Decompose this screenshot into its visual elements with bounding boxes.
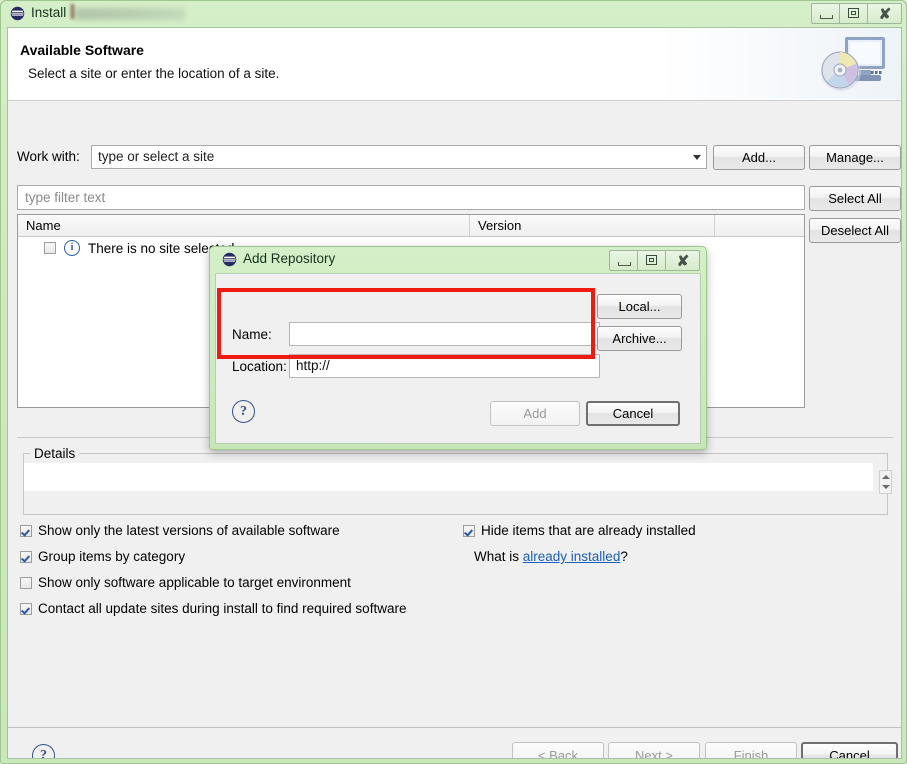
add-repository-cancel-button[interactable]: Cancel <box>586 401 680 426</box>
filter-input[interactable]: type filter text <box>17 185 805 210</box>
minimize-button[interactable] <box>811 3 840 24</box>
cancel-button[interactable]: Cancel <box>801 742 898 758</box>
eclipse-icon <box>10 6 25 21</box>
select-all-button[interactable]: Select All <box>809 186 901 211</box>
table-header: Name Version <box>18 215 804 237</box>
help-icon: ? <box>32 744 55 758</box>
column-header-version[interactable]: Version <box>470 215 715 236</box>
option-latest-versions[interactable]: Show only the latest versions of availab… <box>20 523 340 538</box>
option-contact-update-sites-checkbox[interactable] <box>20 602 32 615</box>
details-legend: Details <box>30 446 80 461</box>
details-text[interactable] <box>24 463 873 491</box>
option-applicable-target[interactable]: Show only software applicable to target … <box>20 575 351 590</box>
option-group-by-category[interactable]: Group items by category <box>20 549 185 564</box>
eclipse-icon <box>222 252 237 267</box>
option-hide-installed[interactable]: Hide items that are already installed <box>463 523 696 538</box>
option-hide-installed-label: Hide items that are already installed <box>481 523 696 538</box>
redacted-title-marker <box>71 4 74 19</box>
what-is-suffix: ? <box>620 549 628 564</box>
add-repository-window-controls: ✘ <box>609 250 700 271</box>
wizard-header: Available Software Select a site or ente… <box>8 28 901 101</box>
column-header-name[interactable]: Name <box>18 215 470 236</box>
add-repository-titlebar: Add Repository ✘ <box>210 247 706 273</box>
caret-up-icon[interactable] <box>882 475 890 479</box>
back-button[interactable]: < Back <box>512 742 604 758</box>
what-is-prefix: What is <box>474 549 523 564</box>
help-icon: ? <box>232 400 255 423</box>
next-button[interactable]: Next > <box>608 742 700 758</box>
local-button[interactable]: Local... <box>597 294 682 319</box>
modal-maximize-button[interactable] <box>637 250 666 271</box>
page-subtitle: Select a site or enter the location of a… <box>28 66 280 81</box>
minimize-icon <box>820 15 833 19</box>
redacted-title-text <box>75 8 185 20</box>
option-contact-update-sites-label: Contact all update sites during install … <box>38 601 407 616</box>
repository-location-input[interactable]: http:// <box>289 354 600 378</box>
modal-close-button[interactable]: ✘ <box>665 250 700 271</box>
page-title: Available Software <box>20 42 144 58</box>
row-checkbox[interactable] <box>44 242 56 254</box>
minimize-icon <box>618 262 631 266</box>
option-group-by-category-checkbox[interactable] <box>20 550 32 563</box>
option-latest-versions-label: Show only the latest versions of availab… <box>38 523 340 538</box>
repository-location-value: http:// <box>296 358 330 373</box>
window-titlebar: Install ✘ <box>1 1 907 27</box>
chevron-down-icon <box>693 155 701 160</box>
window-controls: ✘ <box>811 3 902 24</box>
filter-placeholder: type filter text <box>25 190 106 205</box>
option-latest-versions-checkbox[interactable] <box>20 524 32 537</box>
finish-button[interactable]: Finish <box>705 742 797 758</box>
option-applicable-target-label: Show only software applicable to target … <box>38 575 351 590</box>
repository-location-label: Location: <box>232 359 287 374</box>
help-button[interactable]: ? <box>32 744 55 758</box>
add-repository-confirm-button[interactable]: Add <box>490 401 580 426</box>
option-contact-update-sites[interactable]: Contact all update sites during install … <box>20 601 406 616</box>
work-with-label: Work with: <box>17 149 80 164</box>
install-monitor-cd-icon <box>821 37 885 91</box>
close-icon: ✘ <box>676 252 690 270</box>
what-is-already-installed: What is already installed? <box>474 549 628 564</box>
option-hide-installed-checkbox[interactable] <box>463 524 475 537</box>
maximize-icon <box>646 255 657 265</box>
add-repository-title: Add Repository <box>243 251 336 266</box>
details-scrollbar[interactable] <box>879 470 892 494</box>
repository-name-input[interactable] <box>289 322 600 346</box>
maximize-icon <box>848 8 859 18</box>
window-title: Install <box>31 5 67 20</box>
work-with-value: type or select a site <box>98 149 215 164</box>
manage-sites-button[interactable]: Manage... <box>809 145 901 170</box>
add-site-button[interactable]: Add... <box>713 145 805 170</box>
option-group-by-category-label: Group items by category <box>38 549 186 564</box>
close-icon: ✘ <box>878 5 892 23</box>
column-header-blank[interactable] <box>715 215 804 236</box>
modal-help-button[interactable]: ? <box>232 400 255 423</box>
close-button[interactable]: ✘ <box>867 3 902 24</box>
already-installed-link[interactable]: already installed <box>523 549 621 564</box>
caret-down-icon[interactable] <box>882 485 890 489</box>
repository-name-label: Name: <box>232 327 272 342</box>
work-with-combo[interactable]: type or select a site <box>91 145 707 169</box>
archive-button[interactable]: Archive... <box>597 326 682 351</box>
deselect-all-button[interactable]: Deselect All <box>809 218 901 243</box>
info-icon: i <box>64 240 80 256</box>
option-applicable-target-checkbox[interactable] <box>20 576 32 589</box>
maximize-button[interactable] <box>839 3 868 24</box>
modal-minimize-button[interactable] <box>609 250 638 271</box>
